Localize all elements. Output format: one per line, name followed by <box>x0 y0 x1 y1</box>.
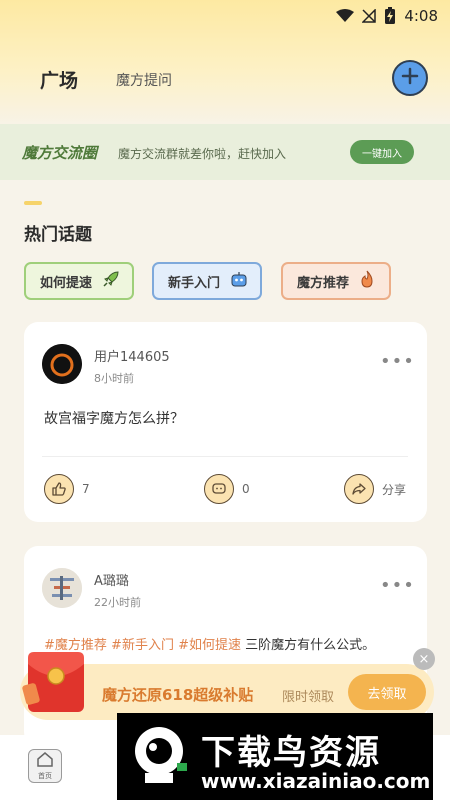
watermark-title: 下载鸟资源 <box>201 733 381 773</box>
add-post-button[interactable] <box>392 60 428 96</box>
topic-beginner[interactable]: 新手入门 <box>152 262 262 300</box>
group-banner[interactable]: 魔方交流圈 魔方交流群就差你啦，赶快加入 一键加入 <box>0 124 450 180</box>
bird-logo-icon <box>131 723 189 789</box>
post-tag[interactable]: #新手入门 <box>111 638 174 653</box>
comment-button[interactable]: 0 <box>204 474 250 504</box>
fire-icon <box>359 270 375 292</box>
topic-recommend[interactable]: 魔方推荐 <box>281 262 391 300</box>
more-options-icon[interactable]: ••• <box>380 577 415 595</box>
watermark-url: www.xiazainiao.com <box>201 769 431 793</box>
share-button[interactable]: 分享 <box>344 474 406 504</box>
like-count: 7 <box>82 482 90 496</box>
plus-icon <box>401 67 419 89</box>
tab-square[interactable]: 广场 <box>40 66 78 93</box>
share-icon <box>344 474 374 504</box>
red-packet-icon <box>22 644 94 720</box>
banner-title: 魔方交流圈 <box>22 144 98 162</box>
tab-cube-questions[interactable]: 魔方提问 <box>116 70 172 90</box>
comment-icon <box>204 474 234 504</box>
topic-speedup[interactable]: 如何提速 <box>24 262 134 300</box>
divider <box>42 456 408 457</box>
section-accent <box>24 201 42 205</box>
post-text[interactable]: 故宫福字魔方怎么拼？ <box>44 408 184 428</box>
hot-topics-title: 热门话题 <box>24 225 92 245</box>
status-bar: 4:08 <box>0 0 450 32</box>
post-time: 8小时前 <box>94 372 134 385</box>
post-time: 22小时前 <box>94 596 141 609</box>
post-username[interactable]: A璐璐 <box>94 570 129 589</box>
tab-home[interactable]: 首页 <box>28 749 62 783</box>
top-nav: 广场 魔方提问 <box>0 58 450 98</box>
post-tag[interactable]: #如何提速 <box>178 638 241 653</box>
promo-subtitle: 限时领取 <box>282 690 335 705</box>
comment-count: 0 <box>242 482 250 496</box>
share-label: 分享 <box>382 482 407 497</box>
promo-title: 魔方还原618超级补贴 <box>102 686 254 704</box>
avatar[interactable] <box>42 568 82 608</box>
banner-subtitle: 魔方交流群就差你啦，赶快加入 <box>118 147 287 161</box>
battery-charging-icon <box>384 7 396 25</box>
more-options-icon[interactable]: ••• <box>380 353 415 371</box>
post-card[interactable]: 用户144605 8小时前 ••• 故宫福字魔方怎么拼？ 7 0 分享 <box>24 322 427 522</box>
home-icon <box>36 751 54 771</box>
join-group-button[interactable]: 一键加入 <box>350 140 414 164</box>
robot-icon <box>230 270 248 292</box>
like-button[interactable]: 7 <box>44 474 90 504</box>
topic-label: 魔方推荐 <box>297 275 350 291</box>
post-username[interactable]: 用户144605 <box>94 346 170 365</box>
no-signal-icon <box>362 9 377 23</box>
topic-label: 如何提速 <box>40 275 93 291</box>
rocket-icon <box>102 270 120 292</box>
post-body: 三阶魔方有什么公式。 <box>245 638 376 653</box>
watermark-overlay: 下载鸟资源 www.xiazainiao.com <box>117 713 433 800</box>
home-label: 首页 <box>38 772 52 780</box>
claim-button[interactable]: 去领取 <box>348 674 426 710</box>
avatar[interactable] <box>42 344 82 384</box>
topic-label: 新手入门 <box>168 275 221 291</box>
close-icon[interactable]: × <box>413 648 435 670</box>
thumbs-up-icon <box>44 474 74 504</box>
wifi-icon <box>336 9 355 23</box>
status-time: 4:08 <box>404 7 438 25</box>
